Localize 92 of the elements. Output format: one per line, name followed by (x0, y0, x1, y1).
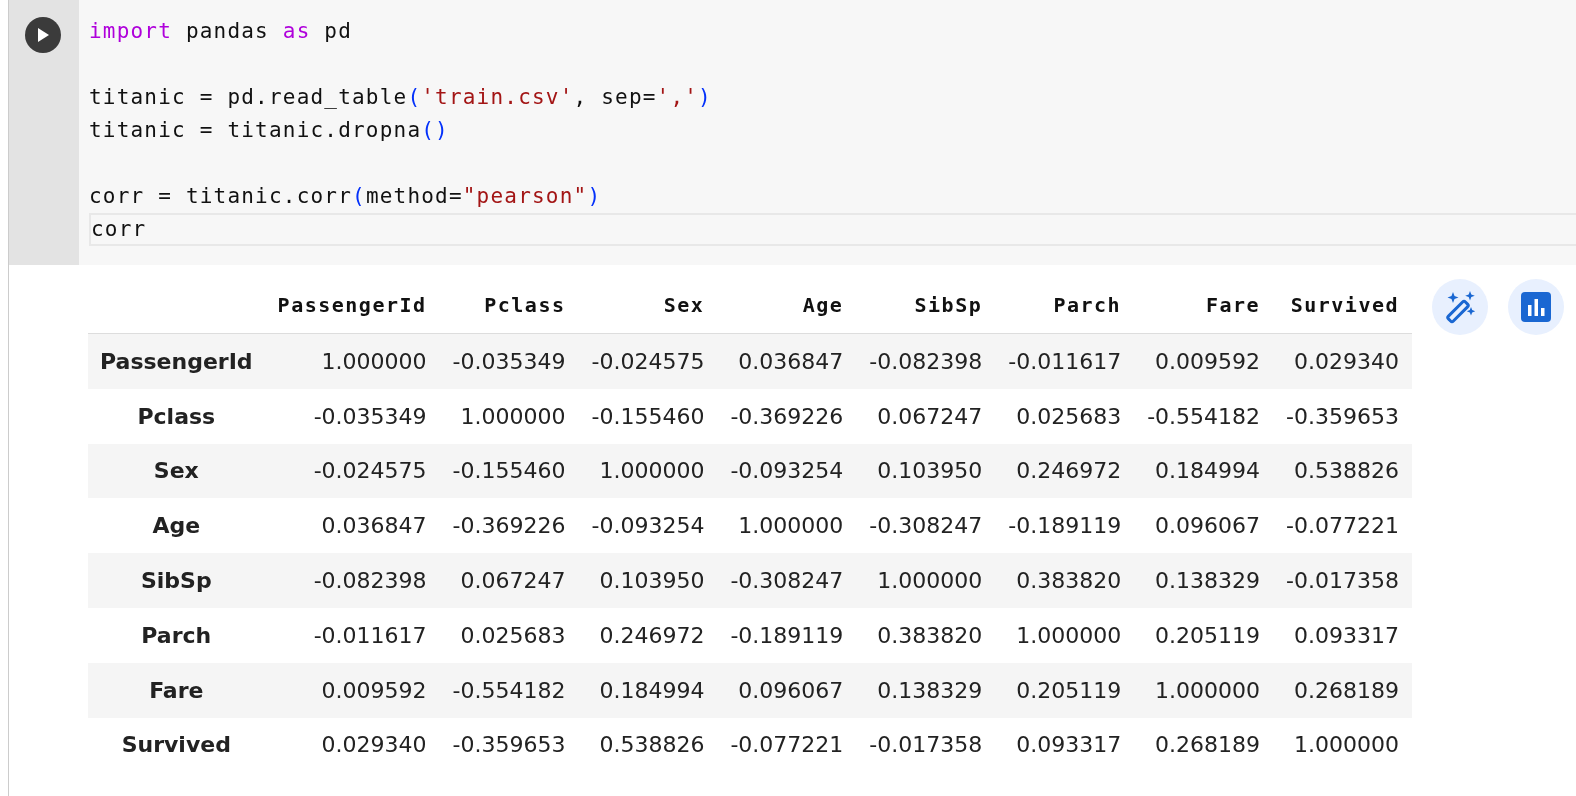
code-editor[interactable]: import pandas as pd titanic = pd.read_table('train.csv', sep=',') titanic = titanic.dropna() corr = titanic.corr(method="pearson") corr (79, 0, 1576, 265)
column-header: Parch (995, 277, 1135, 334)
table-cell: 0.184994 (578, 662, 718, 718)
column-header: PassengerId (264, 277, 440, 334)
magic-wand-button[interactable] (1432, 279, 1488, 335)
column-header: Survived (1273, 277, 1412, 334)
table-cell: -0.035349 (439, 333, 579, 389)
code-line: corr = titanic.corr(method="pearson") (89, 183, 603, 210)
table-cell: -0.308247 (856, 498, 996, 554)
table-cell: -0.359653 (1273, 388, 1412, 444)
table-cell: 0.029340 (264, 717, 440, 773)
table-cell: -0.308247 (717, 553, 857, 608)
table-cell: -0.082398 (856, 333, 996, 389)
table-cell: 0.067247 (439, 553, 579, 608)
table-cell: 1.000000 (717, 498, 857, 554)
table-cell: -0.077221 (1273, 498, 1412, 554)
table-cell: 0.538826 (578, 717, 718, 773)
table-cell: -0.082398 (264, 553, 440, 608)
table-cell: 1.000000 (578, 443, 718, 499)
table-cell: -0.554182 (439, 662, 579, 718)
chart-button[interactable] (1508, 279, 1564, 335)
table-cell: 0.538826 (1273, 443, 1412, 499)
table-cell: 0.246972 (578, 608, 718, 663)
table-cell: 0.138329 (1134, 553, 1274, 608)
table-cell: 0.268189 (1134, 717, 1274, 773)
table-cell: 0.103950 (856, 443, 996, 499)
row-header: Sex (88, 443, 265, 499)
table-cell: -0.155460 (578, 388, 718, 444)
column-header: Age (717, 277, 857, 334)
table-cell: -0.189119 (717, 608, 857, 663)
row-header: Pclass (88, 388, 265, 444)
bar-chart-icon (1521, 292, 1551, 322)
column-header: Fare (1134, 277, 1274, 334)
table-cell: -0.189119 (995, 498, 1135, 554)
table-cell: 0.036847 (264, 498, 440, 554)
table-cell: 0.138329 (856, 662, 996, 718)
table-cell: -0.011617 (995, 333, 1135, 389)
table-cell: 0.067247 (856, 388, 996, 444)
table-cell: 0.246972 (995, 443, 1135, 499)
code-line: titanic = titanic.dropna() (89, 117, 450, 144)
table-cell: -0.035349 (264, 388, 440, 444)
table-cell: 0.268189 (1273, 662, 1412, 718)
table-cell: 1.000000 (995, 608, 1135, 663)
table-cell: 0.093317 (1273, 608, 1412, 663)
table-cell: 0.096067 (717, 662, 857, 718)
table-cell: -0.155460 (439, 443, 579, 499)
table-cell: 0.036847 (717, 333, 857, 389)
table-cell: 0.093317 (995, 717, 1135, 773)
table-cell: 0.205119 (1134, 608, 1274, 663)
table-cell: 0.025683 (995, 388, 1135, 444)
code-line: import pandas as pd (89, 18, 354, 45)
row-header: Fare (88, 662, 265, 718)
row-header: Survived (88, 717, 265, 773)
row-header: Parch (88, 608, 265, 663)
table-cell: -0.369226 (439, 498, 579, 554)
table-cell: 0.383820 (856, 608, 996, 663)
table-cell: 0.103950 (578, 553, 718, 608)
table-cell: -0.024575 (264, 443, 440, 499)
table-cell: -0.024575 (578, 333, 718, 389)
table-cell: 0.029340 (1273, 333, 1412, 389)
run-button[interactable] (25, 17, 61, 53)
table-cell: -0.017358 (856, 717, 996, 773)
table-cell: 0.205119 (995, 662, 1135, 718)
table-cell: 1.000000 (264, 333, 440, 389)
table-cell: 0.009592 (264, 662, 440, 718)
play-icon (36, 27, 50, 43)
table-cell: 0.383820 (995, 553, 1135, 608)
table-cell: 1.000000 (439, 388, 579, 444)
table-cell: 1.000000 (1134, 662, 1274, 718)
row-header: SibSp (88, 553, 265, 608)
column-header: Sex (578, 277, 718, 334)
table-cell: -0.077221 (717, 717, 857, 773)
table-cell: -0.369226 (717, 388, 857, 444)
column-header: SibSp (856, 277, 996, 334)
table-cell: -0.554182 (1134, 388, 1274, 444)
table-cell: 1.000000 (1273, 717, 1412, 773)
table-cell: -0.093254 (578, 498, 718, 554)
table-cell: -0.011617 (264, 608, 440, 663)
code-line: titanic = pd.read_table('train.csv', sep=',') (89, 84, 713, 111)
magic-wand-icon (1443, 290, 1477, 324)
column-header: Pclass (439, 277, 579, 334)
row-header: Age (88, 498, 265, 554)
table-cell: 1.000000 (856, 553, 996, 608)
table-cell: -0.359653 (439, 717, 579, 773)
table-cell: 0.025683 (439, 608, 579, 663)
row-header: PassengerId (88, 333, 265, 389)
table-cell: 0.009592 (1134, 333, 1274, 389)
table-cell: -0.093254 (717, 443, 857, 499)
table-cell: 0.184994 (1134, 443, 1274, 499)
code-line: corr (89, 213, 1576, 246)
table-cell: 0.096067 (1134, 498, 1274, 554)
table-cell: -0.017358 (1273, 553, 1412, 608)
